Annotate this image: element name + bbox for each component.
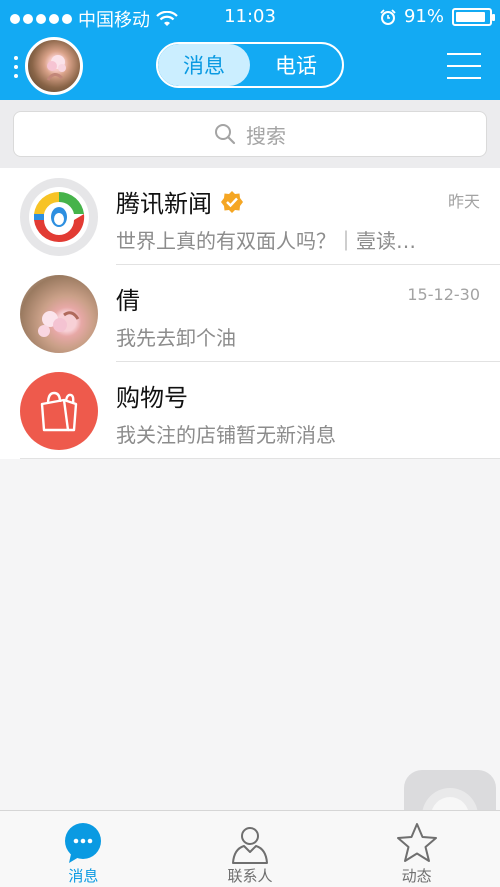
list-item[interactable]: 购物号 我关注的店铺暂无新消息 [0, 362, 500, 459]
tab-label: 消息 [68, 867, 99, 885]
avatar-photo [46, 55, 66, 81]
list-item[interactable]: 倩 我先去卸个油 15-12-30 [0, 265, 500, 362]
conversation-name-row: 腾讯新闻 [116, 184, 244, 219]
header-bar: 中国移动 11:03 91% 消息 电话 [0, 0, 500, 100]
more-dots-icon[interactable] [14, 56, 18, 78]
shopping-avatar [20, 372, 98, 450]
conversation-preview: 世界上真的有双面人吗？｜壹读… [116, 229, 416, 253]
conversation-name: 腾讯新闻 [116, 190, 212, 218]
conversation-name: 购物号 [116, 384, 188, 412]
contact-avatar [20, 275, 98, 353]
tab-contacts[interactable]: 联系人 [167, 811, 334, 887]
menu-icon[interactable] [447, 53, 481, 89]
alarm-clock-icon [380, 8, 396, 25]
conversation-time: 昨天 [447, 192, 480, 211]
status-right: 91% [380, 6, 495, 27]
verified-badge-icon [221, 190, 243, 213]
search-placeholder: 搜索 [246, 123, 286, 148]
tab-feeds[interactable]: 动态 [333, 811, 500, 887]
divider [20, 458, 500, 459]
conversation-name-row: 购物号 [116, 378, 188, 413]
person-icon [232, 827, 268, 864]
star-icon [396, 823, 437, 862]
message-phone-toggle: 消息 电话 [156, 42, 344, 88]
tab-label: 联系人 [227, 867, 273, 885]
conversation-preview: 我关注的店铺暂无新消息 [116, 423, 336, 447]
battery-icon [452, 7, 495, 26]
my-avatar[interactable] [25, 37, 83, 95]
avatar-photo [38, 311, 80, 337]
status-bar: 中国移动 11:03 91% [0, 0, 500, 34]
conversation-name: 倩 [116, 287, 140, 315]
conversation-name-row: 倩 [116, 281, 140, 316]
search-area: 搜索 [0, 100, 500, 168]
tab-phone[interactable]: 电话 [250, 44, 342, 86]
conversation-list: 腾讯新闻 世界上真的有双面人吗？｜壹读… 昨天 倩 我先去卸个油 15-12-3… [0, 168, 500, 459]
battery-fill [456, 11, 486, 22]
tencent-news-logo [29, 187, 89, 247]
tab-messages-bottom[interactable]: 消息 [0, 811, 167, 887]
tencent-news-avatar [20, 178, 98, 256]
list-item[interactable]: 腾讯新闻 世界上真的有双面人吗？｜壹读… 昨天 [0, 168, 500, 265]
tab-messages[interactable]: 消息 [158, 44, 250, 86]
shopping-bag-icon [40, 391, 78, 432]
bottom-tab-bar: 消息 联系人 动态 [0, 810, 500, 887]
search-input[interactable]: 搜索 [13, 111, 487, 157]
chat-bubble-icon [65, 823, 102, 863]
conversation-preview: 我先去卸个油 [116, 326, 236, 350]
tab-label: 动态 [401, 867, 432, 885]
conversation-time: 15-12-30 [407, 285, 480, 304]
search-icon [215, 124, 236, 145]
battery-percent: 91% [403, 6, 444, 27]
